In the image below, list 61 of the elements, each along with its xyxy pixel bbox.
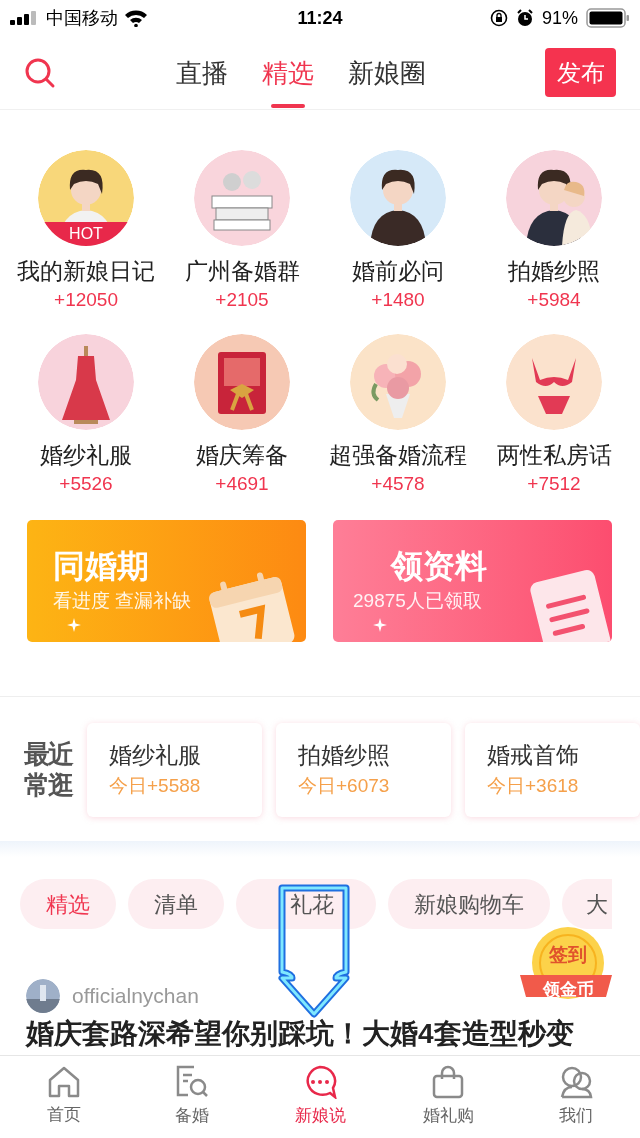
badge-top-text: 签到 <box>548 943 588 967</box>
card-title: 婚戒首饰 <box>487 741 580 770</box>
recent-card[interactable]: 婚戒首饰 今日+3618 <box>465 723 640 817</box>
category-name[interactable]: 广州备婚群 <box>184 256 300 286</box>
filter-chip[interactable]: 大 <box>562 879 612 929</box>
category-name[interactable]: 两性私房话 <box>496 440 612 470</box>
avatar <box>26 979 60 1013</box>
people-icon <box>558 1065 594 1100</box>
category-count: +12050 <box>54 288 118 312</box>
card-count: 今日+6073 <box>298 774 391 798</box>
clock-time: 11:24 <box>297 6 343 30</box>
banner-title: 同婚期 <box>53 547 150 586</box>
tab-bar-item[interactable]: 婚礼购 <box>384 1056 512 1138</box>
rotation-lock-icon <box>489 9 508 27</box>
section-heading: 最近常逛 <box>24 739 73 801</box>
filter-chip[interactable]: 清单 <box>128 879 224 929</box>
banner-subtitle: 29875人已领取 <box>353 589 483 613</box>
card-count: 今日+3618 <box>487 774 580 798</box>
category-name[interactable]: 婚庆筹备 <box>196 440 288 470</box>
sparkle-icon <box>67 618 81 632</box>
category-name[interactable]: 拍婚纱照 <box>508 256 600 286</box>
tab-bar-item[interactable]: 首页 <box>0 1056 128 1138</box>
carrier-name: 中国移动 <box>46 6 118 30</box>
category-count: +5526 <box>59 472 113 496</box>
home-icon <box>47 1066 81 1099</box>
tab-bar-item[interactable]: 新娘说 <box>256 1056 384 1138</box>
publish-button[interactable]: 发布 <box>545 48 616 97</box>
card-count: 今日+5588 <box>109 774 202 798</box>
filter-chip[interactable]: 新娘购物车 <box>388 879 550 929</box>
sparkle-icon <box>373 618 387 632</box>
category-name[interactable]: 婚前必问 <box>352 256 444 286</box>
card-title: 拍婚纱照 <box>298 741 391 770</box>
banner-title: 领资料 <box>389 547 487 586</box>
recent-card[interactable]: 拍婚纱照 今日+6073 <box>276 723 451 817</box>
category-name[interactable]: 我的新娘日记 <box>17 256 155 286</box>
category-count: +2105 <box>215 288 269 312</box>
wifi-icon <box>124 9 148 27</box>
category-count: +7512 <box>527 472 581 496</box>
category-count: +4691 <box>215 472 269 496</box>
card-title: 婚纱礼服 <box>109 741 202 770</box>
post-title[interactable]: 婚庆套路深希望你别踩坑！大婚4套造型秒变 <box>26 1017 614 1051</box>
filter-chip[interactable]: 精选 <box>20 879 116 929</box>
search-icon[interactable] <box>24 56 56 89</box>
category-name[interactable]: 超强备婚流程 <box>329 440 467 470</box>
nav-tab[interactable]: 精选 <box>262 36 314 110</box>
tab-indicator <box>271 104 305 108</box>
battery-percent: 91% <box>541 6 578 30</box>
banner-subtitle: 看进度 查漏补缺 <box>53 589 192 613</box>
category-count: +4578 <box>371 472 425 496</box>
shopping-bag-icon <box>431 1065 465 1100</box>
battery-icon <box>586 8 630 28</box>
alarm-icon <box>515 9 534 27</box>
tab-bar-item[interactable]: 我们 <box>512 1056 640 1138</box>
category-count: +1480 <box>371 288 425 312</box>
recent-card[interactable]: 婚纱礼服 今日+5588 <box>87 723 262 817</box>
tab-bar-item[interactable]: 备婚 <box>128 1056 256 1138</box>
category-count: +5984 <box>527 288 581 312</box>
nav-tab[interactable]: 新娘圈 <box>348 36 426 110</box>
category-name[interactable]: 婚纱礼服 <box>40 440 132 470</box>
badge-bottom-text: 领金币 <box>541 979 595 1001</box>
nav-tab[interactable]: 直播 <box>176 36 228 110</box>
